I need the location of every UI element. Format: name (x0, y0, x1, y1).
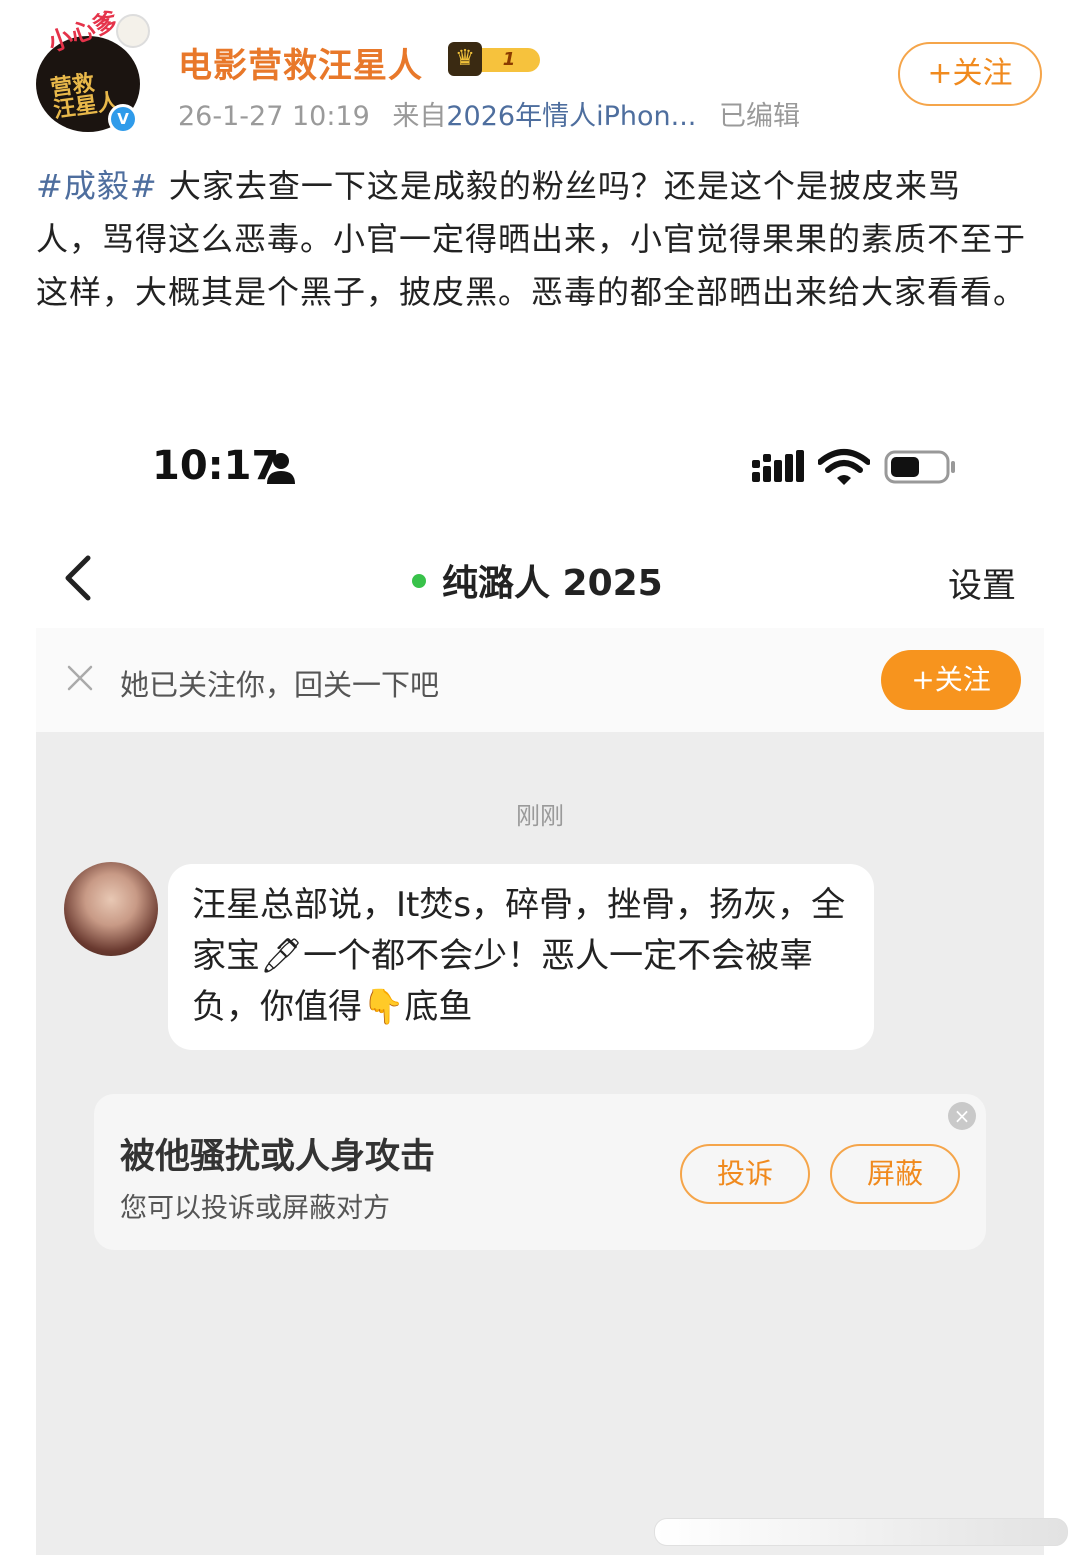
block-button[interactable]: 屏蔽 (830, 1144, 960, 1204)
verified-check-icon: V (111, 107, 135, 131)
horizontal-scrollbar[interactable] (654, 1518, 1068, 1546)
verified-badge: V (108, 104, 138, 134)
member-badge[interactable]: 1 ♛ (448, 42, 544, 76)
complain-button[interactable]: 投诉 (680, 1144, 810, 1204)
chat-area: 刚刚 汪星总部说，It焚s，碎骨，挫骨，扬灰，全家宝🖊一个都不会少！恶人一定不会… (36, 732, 1068, 1555)
banner-text: 她已关注你，回关一下吧 (120, 668, 440, 702)
close-icon[interactable] (66, 664, 94, 692)
message-timestamp: 刚刚 (516, 802, 564, 830)
crown-icon: ♛ (448, 42, 482, 76)
follow-button[interactable]: +关注 (898, 42, 1042, 106)
online-status-dot (412, 574, 426, 588)
chat-title[interactable]: 纯潞人 2025 (412, 554, 663, 606)
post-body: #成毅# 大家去查一下这是成毅的粉丝吗？还是这个是披皮来骂人，骂得这么恶毒。小官… (36, 160, 1026, 319)
wifi-icon (818, 449, 870, 485)
report-subtitle: 您可以投诉或屏蔽对方 (120, 1193, 390, 1224)
person-icon (267, 453, 295, 484)
status-time: 10:17 (152, 443, 280, 489)
follow-back-banner: 她已关注你，回关一下吧 +关注 (36, 628, 1044, 732)
post-body-text: 大家去查一下这是成毅的粉丝吗？还是这个是披皮来骂人，骂得这么恶毒。小官一定得晒出… (36, 167, 1027, 311)
back-arrow-icon[interactable] (60, 554, 100, 602)
message-text: 汪星总部说，It焚s，碎骨，挫骨，扬灰，全家宝🖊一个都不会少！恶人一定不会被辜负… (192, 885, 846, 1027)
avatar-dog-icon (116, 14, 150, 48)
edited-label[interactable]: 已编辑 (719, 101, 800, 132)
author-name[interactable]: 电影营救汪星人 (178, 38, 423, 87)
hashtag-link[interactable]: #成毅# (36, 167, 158, 205)
sender-avatar[interactable] (64, 862, 158, 956)
card-close-icon[interactable]: × (948, 1102, 976, 1130)
author-avatar[interactable]: 营救 汪星人 小心爹 V (36, 6, 150, 134)
post-source[interactable]: 2026年情人iPhon... (446, 101, 696, 132)
post-meta: 26-1-27 10:19 来自2026年情人iPhon... 已编辑 (178, 94, 800, 133)
harassment-report-card: 被他骚扰或人身攻击 您可以投诉或屏蔽对方 投诉 屏蔽 × (94, 1094, 986, 1250)
badge-level: 1 (478, 48, 540, 72)
chat-title-text: 纯潞人 2025 (442, 563, 663, 604)
source-prefix: 来自 (392, 101, 447, 132)
settings-link[interactable]: 设置 (948, 558, 1016, 607)
follow-back-button[interactable]: +关注 (881, 650, 1021, 710)
report-title: 被他骚扰或人身攻击 (120, 1137, 436, 1177)
cellular-signal-icon (752, 450, 804, 482)
message-bubble[interactable]: 汪星总部说，It焚s，碎骨，挫骨，扬灰，全家宝🖊一个都不会少！恶人一定不会被辜负… (168, 864, 874, 1050)
battery-icon (884, 450, 955, 484)
post-date: 26-1-27 10:19 (178, 101, 370, 132)
